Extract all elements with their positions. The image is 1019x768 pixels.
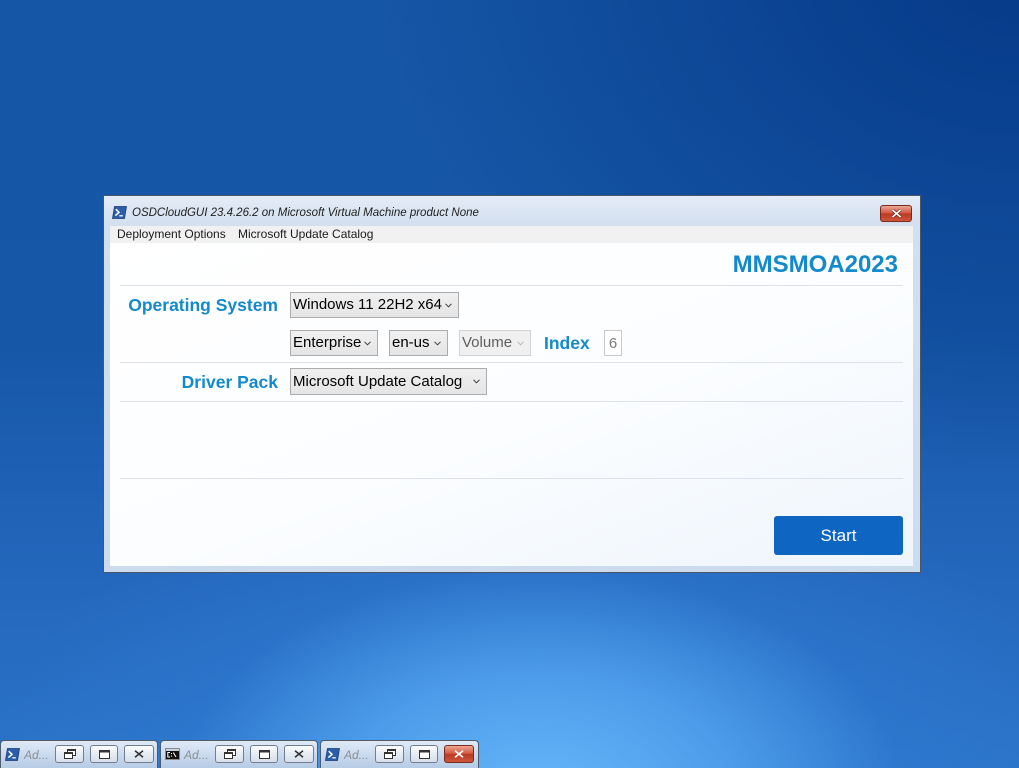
maximize-icon <box>258 749 270 759</box>
maximize-icon <box>98 749 110 759</box>
minimized-window-title: Ad... <box>344 748 369 762</box>
menu-item-deployment-options[interactable]: Deployment Options <box>117 226 226 243</box>
minimized-window-powershell[interactable]: Ad... <box>0 740 158 768</box>
divider <box>120 478 903 479</box>
start-button[interactable]: Start <box>774 516 903 555</box>
os-select[interactable]: Windows 11 22H2 x64 <box>290 292 459 318</box>
edition-select-value: Enterprise <box>293 334 362 351</box>
chevron-down-icon <box>473 379 480 384</box>
main-panel: MMSMOA2023 Operating System Windows 11 2… <box>110 243 913 566</box>
divider <box>120 285 903 286</box>
menu-bar: Deployment Options Microsoft Update Cata… <box>110 226 913 243</box>
activation-select[interactable]: Volume <box>459 330 531 356</box>
os-label: Operating System <box>128 295 278 315</box>
minimized-window-title: Ad... <box>24 748 49 762</box>
minimized-window-powershell[interactable]: Ad... <box>320 740 479 768</box>
restore-icon <box>63 749 76 759</box>
powershell-icon <box>5 748 20 761</box>
close-button[interactable] <box>124 745 154 763</box>
os-select-value: Windows 11 22H2 x64 <box>293 296 442 313</box>
driver-pack-select-value: Microsoft Update Catalog <box>293 373 463 390</box>
window-title: OSDCloudGUI 23.4.26.2 on Microsoft Virtu… <box>132 207 479 219</box>
maximize-button[interactable] <box>90 745 118 763</box>
chevron-down-icon <box>364 341 371 346</box>
index-field[interactable] <box>604 330 622 356</box>
close-button[interactable] <box>880 205 912 222</box>
activation-select-value: Volume <box>462 334 513 351</box>
maximize-button[interactable] <box>410 745 438 763</box>
language-select-value: en-us <box>392 334 430 351</box>
restore-icon <box>223 749 236 759</box>
close-button[interactable] <box>284 745 314 763</box>
minimized-window-title: Ad... <box>184 748 209 762</box>
close-icon <box>891 209 902 218</box>
restore-button[interactable] <box>375 745 404 763</box>
chevron-down-icon <box>445 303 452 308</box>
divider <box>120 401 903 402</box>
driver-pack-select[interactable]: Microsoft Update Catalog <box>290 368 487 395</box>
title-bar[interactable]: OSDCloudGUI 23.4.26.2 on Microsoft Virtu… <box>104 196 920 226</box>
close-icon <box>134 750 144 758</box>
powershell-icon[interactable] <box>112 206 127 219</box>
divider <box>120 362 903 363</box>
edition-select[interactable]: Enterprise <box>290 330 378 356</box>
close-icon <box>294 750 304 758</box>
close-button[interactable] <box>444 745 474 763</box>
language-select[interactable]: en-us <box>389 330 448 356</box>
close-icon <box>454 750 464 758</box>
minimized-windows: Ad... Ad... Ad... <box>0 740 479 768</box>
maximize-button[interactable] <box>250 745 278 763</box>
menu-item-microsoft-update-catalog[interactable]: Microsoft Update Catalog <box>238 226 373 243</box>
chevron-down-icon <box>434 341 441 346</box>
restore-icon <box>383 749 396 759</box>
index-label: Index <box>544 333 590 353</box>
restore-button[interactable] <box>215 745 244 763</box>
minimized-window-cmd[interactable]: Ad... <box>160 740 318 768</box>
restore-button[interactable] <box>55 745 84 763</box>
cmd-icon <box>165 748 180 761</box>
powershell-icon <box>325 748 340 761</box>
chevron-down-icon <box>517 341 524 346</box>
driver-pack-label: Driver Pack <box>181 372 278 392</box>
brand-title: MMSMOA2023 <box>732 251 898 278</box>
osdcloud-window: OSDCloudGUI 23.4.26.2 on Microsoft Virtu… <box>103 195 921 573</box>
maximize-icon <box>418 749 430 759</box>
